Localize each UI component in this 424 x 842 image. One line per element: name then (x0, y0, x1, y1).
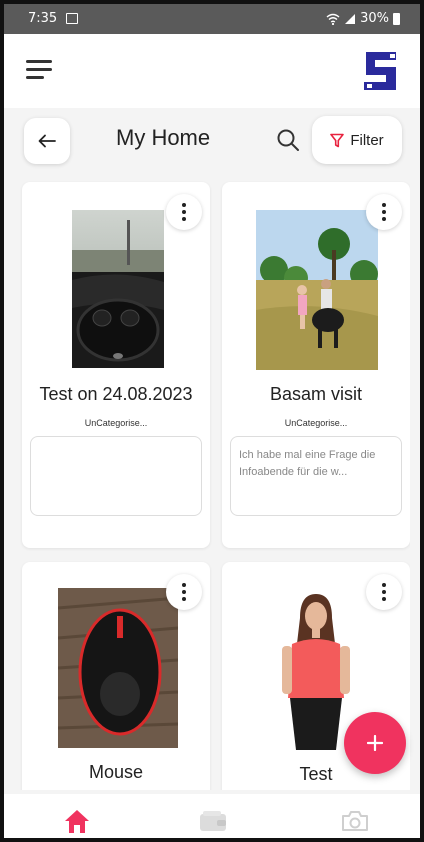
more-vertical-icon[interactable] (166, 194, 202, 230)
battery-icon (393, 12, 400, 25)
item-name: Basam visit (269, 384, 363, 404)
item-card[interactable]: Mouse (22, 562, 210, 790)
wallet-icon (200, 811, 226, 831)
camera-icon (342, 811, 368, 831)
add-button[interactable] (344, 712, 406, 774)
filter-label: Filter (350, 131, 384, 149)
filter-icon (330, 133, 345, 147)
more-vertical-icon[interactable] (366, 574, 402, 610)
title-row: My Home Filter (4, 108, 420, 176)
item-photo (72, 210, 164, 368)
plus-icon (367, 735, 383, 751)
status-time: 7:35 (28, 11, 58, 26)
app-bar (4, 34, 420, 108)
search-icon[interactable] (276, 128, 300, 152)
arrow-left-icon (38, 134, 56, 148)
home-icon (65, 810, 89, 833)
nav-wallet[interactable] (196, 806, 230, 836)
item-name: Mouse (88, 762, 144, 782)
items-grid: Test on 24.08.2023 UnCategorise... Basam… (18, 180, 410, 790)
item-card[interactable]: Test on 24.08.2023 UnCategorise... (22, 182, 210, 548)
page-title: My Home (116, 125, 211, 150)
status-right: 30% (326, 11, 400, 26)
nav-camera[interactable] (338, 806, 372, 836)
back-button[interactable] (24, 118, 70, 164)
item-photo (274, 588, 358, 750)
battery-percent: 30% (360, 11, 389, 26)
bottom-navigation (4, 794, 420, 838)
item-photo (58, 588, 178, 748)
item-photo (256, 210, 378, 370)
image-notification-icon (66, 13, 78, 24)
wifi-icon (326, 13, 340, 25)
more-vertical-icon[interactable] (366, 194, 402, 230)
item-card[interactable]: Basam visit UnCategorise... Ich habe mal… (222, 182, 410, 548)
phone-screen: 7:35 30% My Home Filter Test on 24.08.20… (0, 0, 424, 842)
status-bar: 7:35 30% (4, 4, 420, 34)
nav-home[interactable] (60, 806, 94, 836)
item-name: Test on 24.08.2023 (39, 384, 193, 404)
filter-button[interactable]: Filter (312, 116, 402, 164)
item-note[interactable]: Ich habe mal eine Frage die Infoabende f… (230, 436, 402, 516)
item-category: UnCategorise... (284, 418, 348, 428)
app-logo (364, 52, 396, 90)
signal-icon (345, 13, 356, 24)
item-category: UnCategorise... (84, 418, 148, 428)
more-vertical-icon[interactable] (166, 574, 202, 610)
item-note[interactable] (30, 436, 202, 516)
hamburger-icon[interactable] (26, 60, 52, 80)
